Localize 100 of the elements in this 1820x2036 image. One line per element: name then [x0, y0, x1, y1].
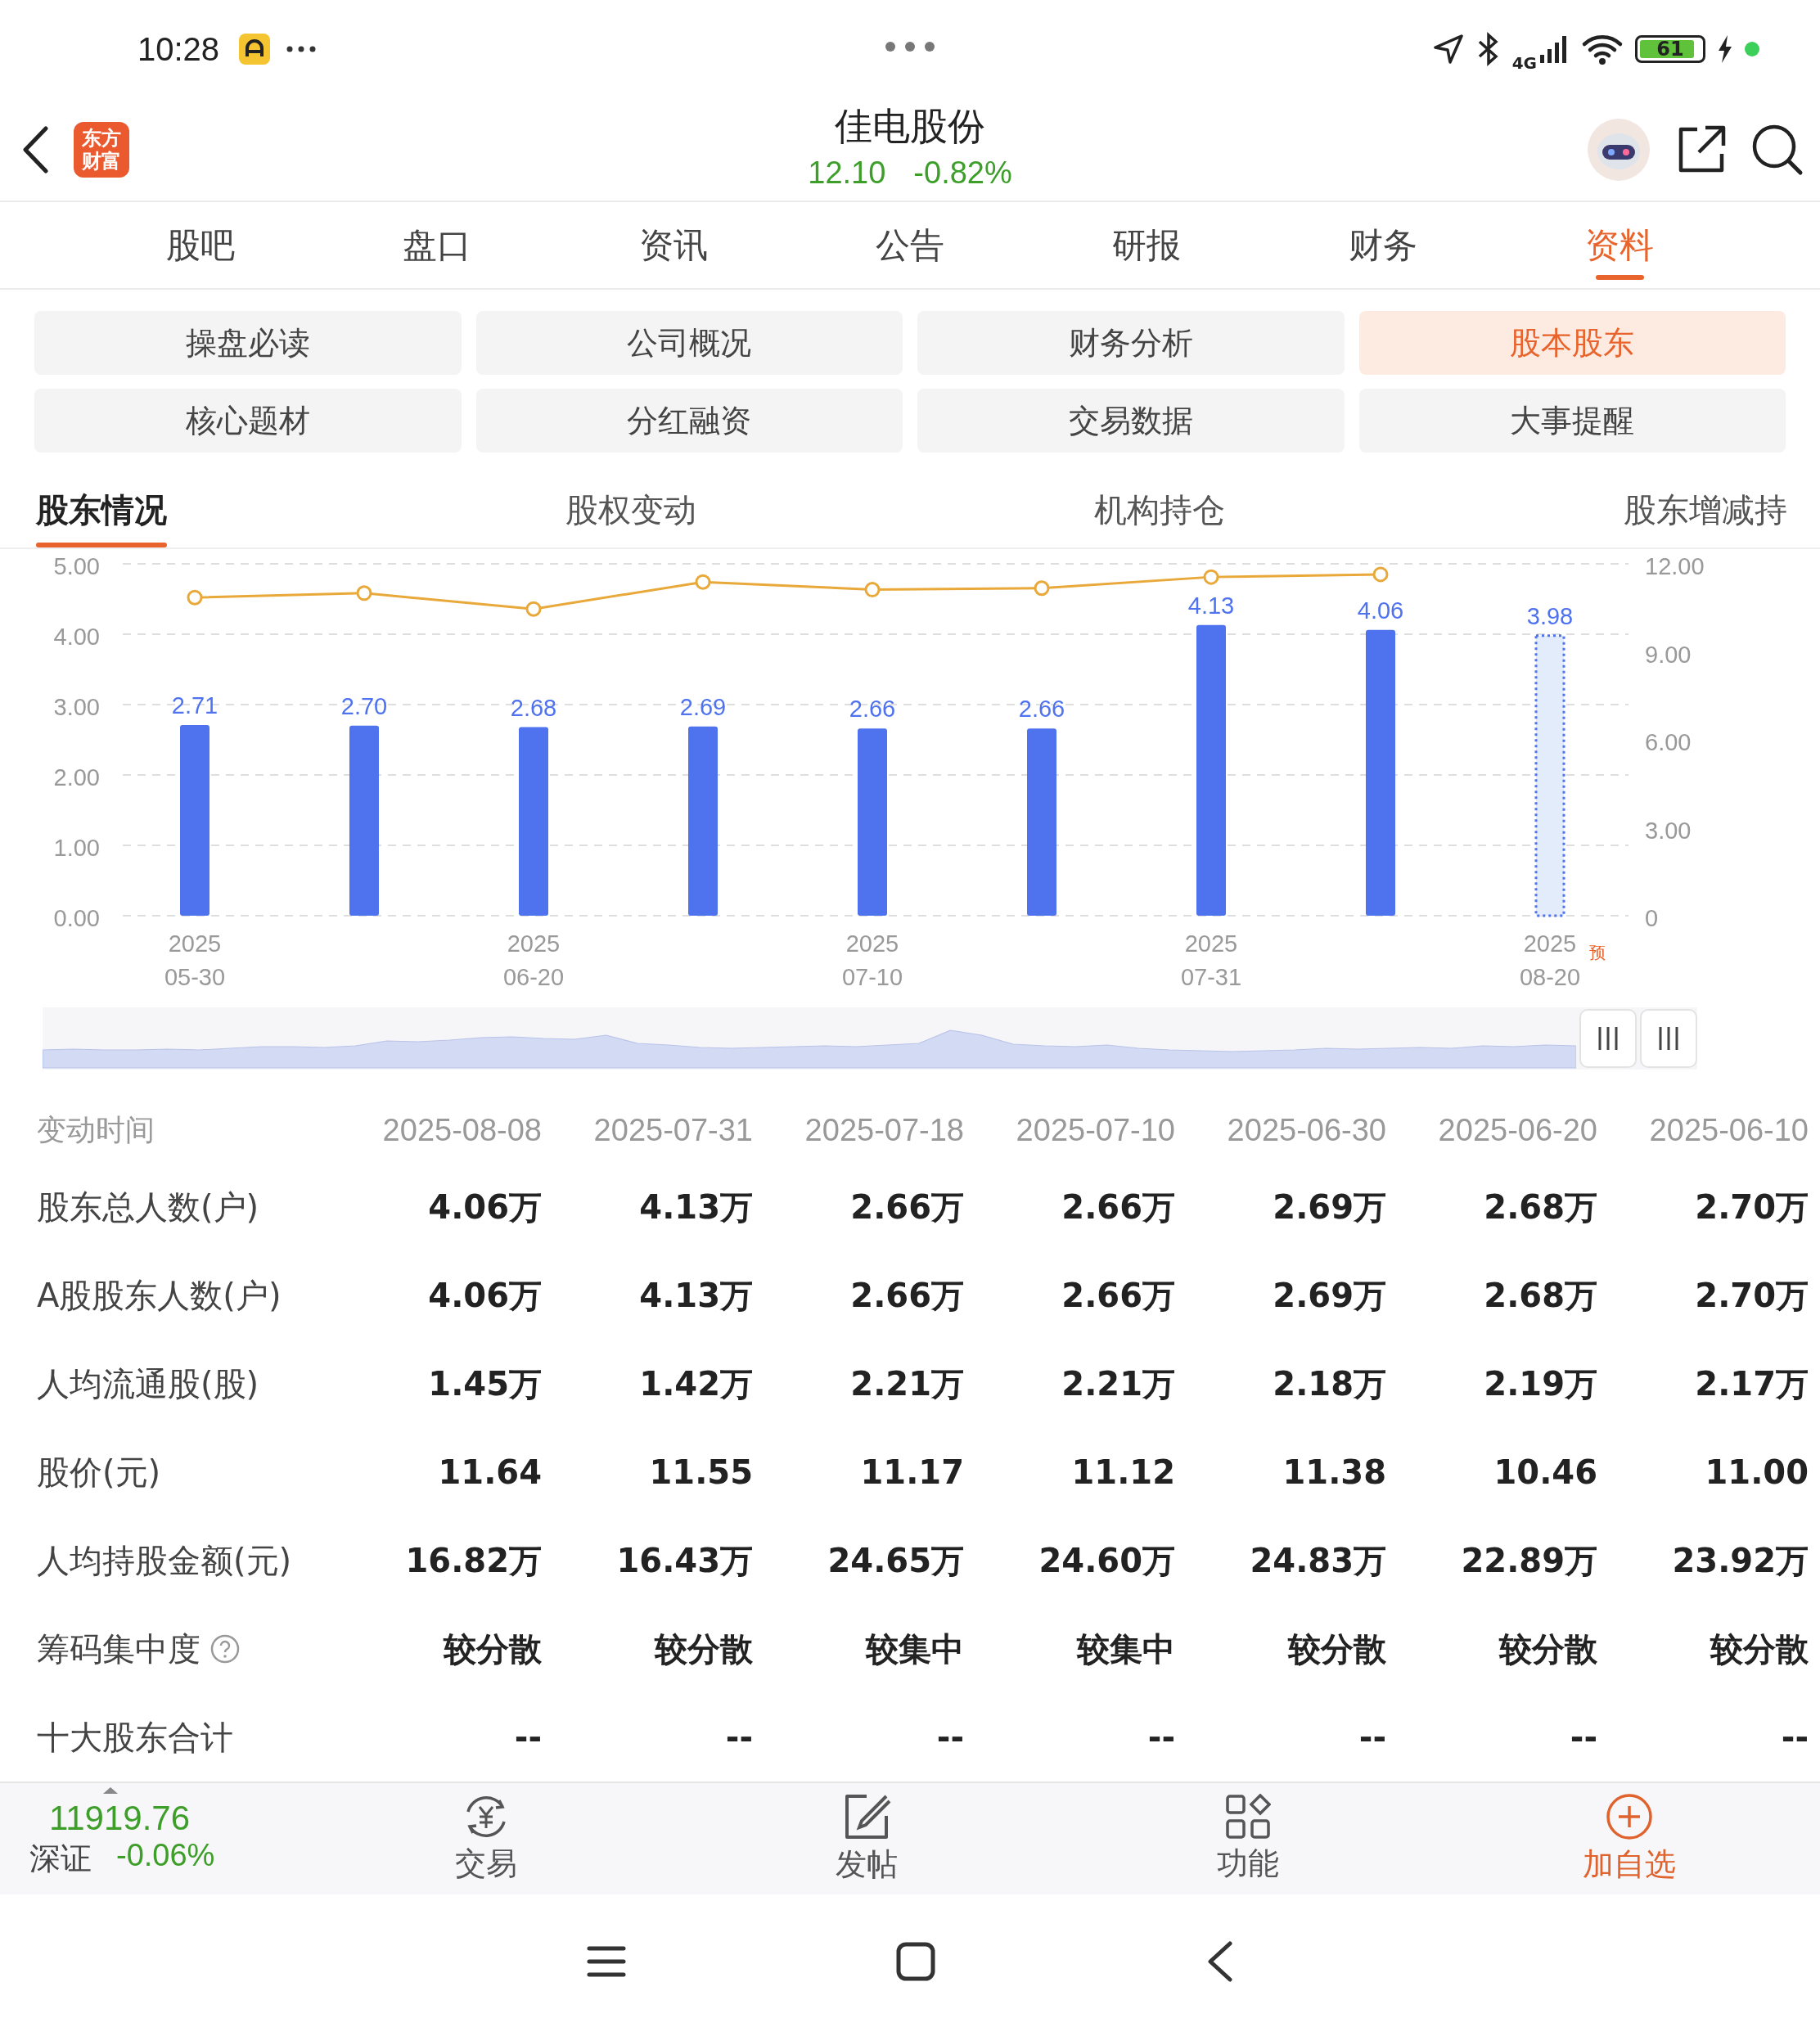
action-button[interactable]: 交易: [295, 1793, 677, 1885]
stock-price: 12.10: [808, 155, 886, 191]
table-cell: --: [1147, 1718, 1175, 1756]
data-label: 2.68: [510, 694, 557, 721]
axis-label: 9.00: [1645, 641, 1692, 668]
section-button[interactable]: 公司概况: [475, 311, 903, 375]
data-label: 2.69: [679, 693, 727, 720]
app-logo[interactable]: 东方 财富: [74, 121, 129, 178]
line-point: [695, 574, 711, 590]
table-cell-text: 2.19万: [1484, 1363, 1597, 1404]
axis-label: 2025: [1523, 930, 1577, 957]
status-dot-icon: [1745, 42, 1759, 56]
data-label: 2.66: [849, 696, 896, 723]
sub-tab[interactable]: 股东情况: [36, 472, 167, 547]
row-label: 股东总人数(户): [37, 1187, 259, 1227]
index-change: -0.06%: [116, 1837, 215, 1874]
robot-avatar-icon[interactable]: [1586, 116, 1651, 182]
table-cell-text: 24.83万: [1250, 1540, 1386, 1581]
table-cell-text: 4.06万: [428, 1187, 542, 1227]
sub-tab[interactable]: 机构持仓: [1094, 472, 1226, 547]
table-cell-text: 1.45万: [428, 1363, 542, 1404]
table-cell-text: 4.13万: [639, 1187, 753, 1227]
data-label: 2.66: [1018, 696, 1065, 723]
sub-tab[interactable]: 股东增减持: [1623, 472, 1787, 547]
row-label: 人均持股金额(元): [37, 1540, 292, 1581]
stock-name: 佳电股份: [835, 103, 985, 150]
back-icon[interactable]: [1205, 1940, 1233, 1982]
range-handle[interactable]: [1640, 1009, 1697, 1068]
grip-icon: [1658, 1027, 1680, 1050]
table-cell-text: 较集中: [1077, 1628, 1175, 1669]
table-cell: 11.12: [1071, 1453, 1175, 1491]
forecast-mark: 预: [1589, 943, 1606, 962]
table-cell-text: 较分散: [1710, 1628, 1809, 1669]
search-icon[interactable]: [1751, 123, 1804, 176]
tab[interactable]: 股吧: [82, 202, 319, 288]
table-cell-text: 2.66万: [850, 1187, 964, 1227]
table-cell-text: 较分散: [1499, 1628, 1597, 1669]
data-label: 2.71: [171, 691, 218, 718]
column-header: 2025-06-30: [1227, 1112, 1386, 1148]
more-icon[interactable]: [885, 41, 935, 52]
menu-icon[interactable]: [587, 1944, 626, 1978]
grip-icon: [1597, 1027, 1620, 1050]
table-cell-text: 24.65万: [827, 1540, 964, 1581]
data-label: 4.06: [1357, 597, 1404, 624]
table-cell: --: [936, 1718, 964, 1756]
back-icon[interactable]: [21, 125, 49, 173]
axis-label: 6.00: [1645, 729, 1692, 755]
table-cell: --: [1570, 1718, 1597, 1756]
line-point: [187, 589, 203, 606]
table-cell-text: 2.17万: [1695, 1363, 1809, 1404]
location-icon: [1431, 33, 1465, 65]
column-header: 变动时间: [37, 1111, 155, 1148]
table-cell-text: 2.66万: [850, 1275, 964, 1316]
table-cell-text: 2.21万: [1061, 1363, 1175, 1404]
table-cell: --: [725, 1718, 753, 1756]
action-button[interactable]: 发帖: [676, 1792, 1058, 1885]
section-button[interactable]: 分红融资: [475, 389, 903, 453]
table-cell-text: 16.82万: [405, 1540, 542, 1581]
section-button[interactable]: 操盘必读: [34, 311, 462, 375]
tab[interactable]: 研报: [1028, 202, 1265, 288]
line-point: [1203, 569, 1219, 585]
sub-tab[interactable]: 股权变动: [565, 472, 696, 547]
column-header: 2025-06-10: [1649, 1112, 1809, 1148]
line-point: [525, 601, 542, 617]
index-name: 深证: [29, 1839, 92, 1878]
home-icon[interactable]: [896, 1941, 935, 1981]
grid-icon: [1225, 1793, 1272, 1840]
table-cell: 11.38: [1282, 1453, 1386, 1491]
charging-icon: [1717, 35, 1733, 63]
table-cell-text: 2.66万: [1061, 1187, 1175, 1227]
range-handle[interactable]: [1579, 1009, 1638, 1068]
tab[interactable]: 盘口: [318, 202, 556, 288]
table-cell-text: 较分散: [655, 1628, 753, 1669]
table-cell-text: 22.89万: [1461, 1540, 1597, 1581]
more-icon: [286, 46, 317, 52]
axis-label: 2.00: [53, 764, 100, 791]
table-cell-text: 24.60万: [1038, 1540, 1175, 1581]
table-cell: 11.17: [860, 1453, 964, 1491]
table-cell: 11.00: [1705, 1453, 1809, 1491]
table-cell: --: [1358, 1718, 1386, 1756]
index-value: 11919.76: [49, 1798, 191, 1838]
line-point: [1372, 566, 1389, 583]
section-button[interactable]: 核心题材: [34, 389, 462, 453]
caret-icon: [103, 1786, 118, 1794]
price-change: -0.82%: [913, 155, 1012, 191]
tab[interactable]: 财务: [1264, 202, 1502, 288]
action-button[interactable]: 功能: [1057, 1793, 1439, 1885]
row-label: 股价(元): [37, 1452, 161, 1493]
help-icon[interactable]: [210, 1634, 240, 1664]
tab[interactable]: 资讯: [555, 202, 792, 288]
tab[interactable]: 公告: [791, 202, 1029, 288]
table-cell-text: 较分散: [1288, 1628, 1386, 1669]
section-button[interactable]: 大事提醒: [1358, 389, 1786, 453]
section-button[interactable]: 财务分析: [917, 311, 1345, 375]
table-cell-text: 2.21万: [850, 1363, 964, 1404]
section-button[interactable]: 交易数据: [917, 389, 1345, 453]
table-cell-text: 1.42万: [639, 1363, 753, 1404]
axis-label: 07-10: [841, 964, 903, 990]
axis-label: 05-30: [164, 964, 226, 990]
row-label: 人均流通股(股): [37, 1363, 259, 1404]
